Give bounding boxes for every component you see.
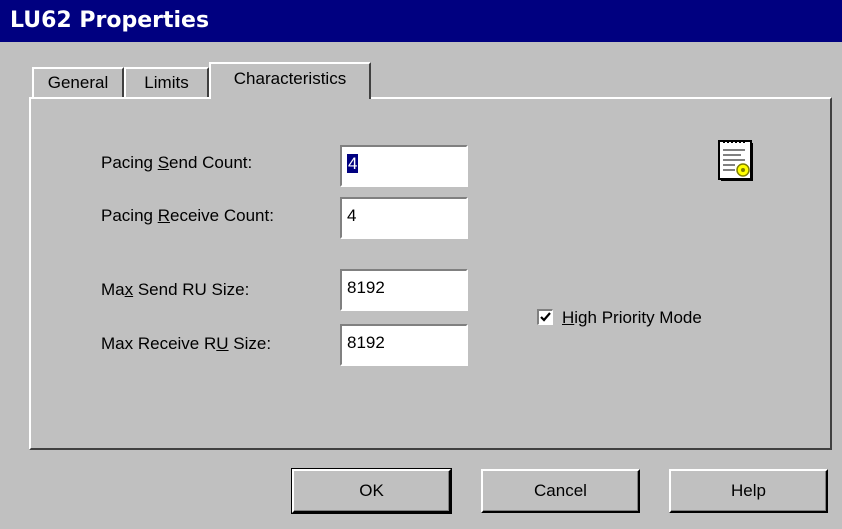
- pacing-receive-count-input[interactable]: 4: [340, 197, 468, 239]
- checkmark-icon: [540, 312, 551, 322]
- pacing-send-count-label: Pacing Send Count:: [101, 153, 253, 172]
- window-title: LU62 Properties: [0, 0, 842, 42]
- tab-characteristics[interactable]: Characteristics: [209, 62, 371, 99]
- high-priority-mode-label[interactable]: High Priority Mode: [562, 308, 702, 328]
- tab-general[interactable]: General: [32, 67, 124, 98]
- pacing-send-count-input[interactable]: 4: [340, 145, 468, 187]
- cancel-button[interactable]: Cancel: [481, 469, 640, 513]
- tab-limits[interactable]: Limits: [124, 67, 209, 98]
- help-button[interactable]: Help: [669, 469, 828, 513]
- high-priority-mode-checkbox[interactable]: [537, 309, 553, 325]
- properties-document-icon: [717, 138, 761, 186]
- pacing-receive-count-label: Pacing Receive Count:: [101, 206, 274, 225]
- max-receive-ru-size-label: Max Receive RU Size:: [101, 334, 272, 353]
- max-receive-ru-size-input[interactable]: 8192: [340, 324, 468, 366]
- max-send-ru-size-input[interactable]: 8192: [340, 269, 468, 311]
- max-send-ru-size-label: Max Send RU Size:: [101, 280, 250, 299]
- ok-button[interactable]: OK: [291, 468, 452, 514]
